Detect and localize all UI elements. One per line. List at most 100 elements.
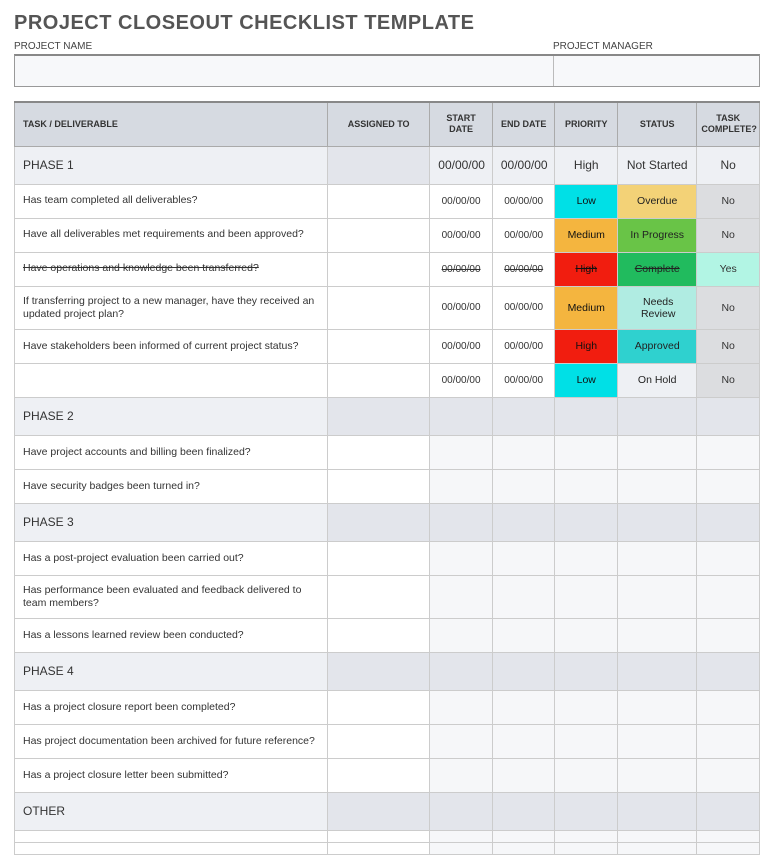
empty-cell[interactable] xyxy=(555,653,618,691)
priority-cell[interactable]: High xyxy=(555,329,618,363)
empty-cell[interactable] xyxy=(555,541,618,575)
task-cell[interactable]: PHASE 1 xyxy=(15,146,328,184)
empty-cell[interactable] xyxy=(430,575,493,618)
empty-cell[interactable] xyxy=(555,435,618,469)
task-cell[interactable]: OTHER xyxy=(15,793,328,831)
empty-cell[interactable] xyxy=(492,619,555,653)
start-date-cell[interactable]: 00/00/00 xyxy=(430,252,493,286)
complete-cell[interactable]: No xyxy=(697,363,760,397)
empty-cell[interactable] xyxy=(430,691,493,725)
empty-cell[interactable] xyxy=(492,541,555,575)
empty-cell[interactable] xyxy=(555,397,618,435)
task-cell[interactable]: Has a project closure report been comple… xyxy=(15,691,328,725)
empty-cell[interactable] xyxy=(618,619,697,653)
task-cell[interactable]: Have all deliverables met requirements a… xyxy=(15,218,328,252)
complete-cell[interactable]: No xyxy=(697,286,760,329)
priority-cell[interactable]: Low xyxy=(555,363,618,397)
empty-cell[interactable] xyxy=(555,575,618,618)
empty-cell[interactable] xyxy=(492,469,555,503)
empty-cell[interactable] xyxy=(430,725,493,759)
empty-cell[interactable] xyxy=(430,759,493,793)
empty-cell[interactable] xyxy=(618,435,697,469)
assigned-cell[interactable] xyxy=(328,759,430,793)
empty-cell[interactable] xyxy=(618,541,697,575)
assigned-cell[interactable] xyxy=(328,541,430,575)
assigned-cell[interactable] xyxy=(328,329,430,363)
priority-cell[interactable]: High xyxy=(555,146,618,184)
empty-cell[interactable] xyxy=(697,435,760,469)
empty-cell[interactable] xyxy=(618,691,697,725)
empty-cell[interactable] xyxy=(697,653,760,691)
empty-cell[interactable] xyxy=(492,435,555,469)
empty-cell[interactable] xyxy=(492,653,555,691)
empty-cell[interactable] xyxy=(697,691,760,725)
priority-cell[interactable]: High xyxy=(555,252,618,286)
empty-cell[interactable] xyxy=(618,653,697,691)
empty-cell[interactable] xyxy=(430,397,493,435)
empty-cell[interactable] xyxy=(697,793,760,831)
task-cell[interactable] xyxy=(15,843,328,855)
assigned-cell[interactable] xyxy=(328,469,430,503)
task-cell[interactable]: Have stakeholders been informed of curre… xyxy=(15,329,328,363)
empty-cell[interactable] xyxy=(697,759,760,793)
empty-cell[interactable] xyxy=(492,575,555,618)
start-date-cell[interactable]: 00/00/00 xyxy=(430,286,493,329)
task-cell[interactable]: Has performance been evaluated and feedb… xyxy=(15,575,328,618)
assigned-cell[interactable] xyxy=(328,619,430,653)
empty-cell[interactable] xyxy=(618,793,697,831)
empty-cell[interactable] xyxy=(430,503,493,541)
empty-cell[interactable] xyxy=(430,843,493,855)
task-cell[interactable] xyxy=(15,363,328,397)
assigned-cell[interactable] xyxy=(328,435,430,469)
complete-cell[interactable]: No xyxy=(697,329,760,363)
assigned-cell[interactable] xyxy=(328,725,430,759)
assigned-cell[interactable] xyxy=(328,843,430,855)
empty-cell[interactable] xyxy=(555,725,618,759)
empty-cell[interactable] xyxy=(430,653,493,691)
empty-cell[interactable] xyxy=(492,503,555,541)
empty-cell[interactable] xyxy=(430,469,493,503)
priority-cell[interactable]: Low xyxy=(555,184,618,218)
assigned-cell[interactable] xyxy=(328,184,430,218)
empty-cell[interactable] xyxy=(555,793,618,831)
task-cell[interactable]: Have project accounts and billing been f… xyxy=(15,435,328,469)
end-date-cell[interactable]: 00/00/00 xyxy=(492,252,555,286)
start-date-cell[interactable]: 00/00/00 xyxy=(430,363,493,397)
project-manager-input[interactable] xyxy=(554,56,759,86)
start-date-cell[interactable]: 00/00/00 xyxy=(430,218,493,252)
empty-cell[interactable] xyxy=(697,575,760,618)
empty-cell[interactable] xyxy=(492,793,555,831)
empty-cell[interactable] xyxy=(697,503,760,541)
empty-cell[interactable] xyxy=(618,843,697,855)
empty-cell[interactable] xyxy=(697,725,760,759)
complete-cell[interactable]: No xyxy=(697,146,760,184)
task-cell[interactable]: Have security badges been turned in? xyxy=(15,469,328,503)
empty-cell[interactable] xyxy=(697,397,760,435)
empty-cell[interactable] xyxy=(430,619,493,653)
start-date-cell[interactable]: 00/00/00 xyxy=(430,329,493,363)
empty-cell[interactable] xyxy=(492,397,555,435)
end-date-cell[interactable]: 00/00/00 xyxy=(492,184,555,218)
priority-cell[interactable]: Medium xyxy=(555,286,618,329)
end-date-cell[interactable]: 00/00/00 xyxy=(492,218,555,252)
project-name-input[interactable] xyxy=(15,56,554,86)
empty-cell[interactable] xyxy=(618,503,697,541)
assigned-cell[interactable] xyxy=(328,691,430,725)
assigned-cell[interactable] xyxy=(328,363,430,397)
empty-cell[interactable] xyxy=(430,541,493,575)
assigned-cell[interactable] xyxy=(328,218,430,252)
empty-cell[interactable] xyxy=(492,759,555,793)
complete-cell[interactable]: No xyxy=(697,184,760,218)
end-date-cell[interactable]: 00/00/00 xyxy=(492,146,555,184)
task-cell[interactable]: Has a project closure letter been submit… xyxy=(15,759,328,793)
empty-cell[interactable] xyxy=(697,469,760,503)
task-cell[interactable]: PHASE 2 xyxy=(15,397,328,435)
empty-cell[interactable] xyxy=(618,575,697,618)
empty-cell[interactable] xyxy=(697,619,760,653)
assigned-cell[interactable] xyxy=(328,503,430,541)
start-date-cell[interactable]: 00/00/00 xyxy=(430,146,493,184)
status-cell[interactable]: Overdue xyxy=(618,184,697,218)
complete-cell[interactable]: No xyxy=(697,218,760,252)
task-cell[interactable]: Has team completed all deliverables? xyxy=(15,184,328,218)
status-cell[interactable]: Complete xyxy=(618,252,697,286)
